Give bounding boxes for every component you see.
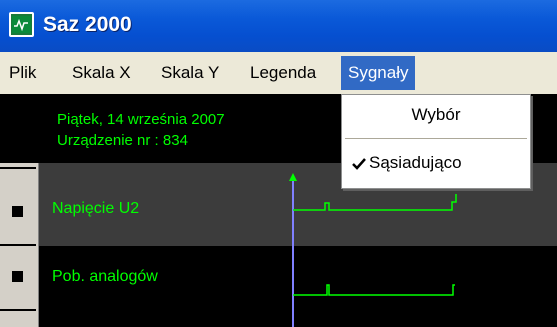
channel-2-signal: [293, 284, 455, 296]
menu-option-wybor[interactable]: Wybór: [342, 105, 530, 125]
checkmark-icon: [352, 156, 366, 176]
menu-separator: [345, 138, 527, 139]
channel-1-signal: [293, 194, 457, 211]
menu-option-wybor-label: Wybór: [411, 105, 461, 124]
sygnaly-dropdown-menu: Wybór Sąsiadująco: [341, 94, 531, 189]
cursor-arrow-icon: [289, 173, 297, 181]
menu-option-sasiadujaco-label: Sąsiadująco: [369, 153, 462, 172]
